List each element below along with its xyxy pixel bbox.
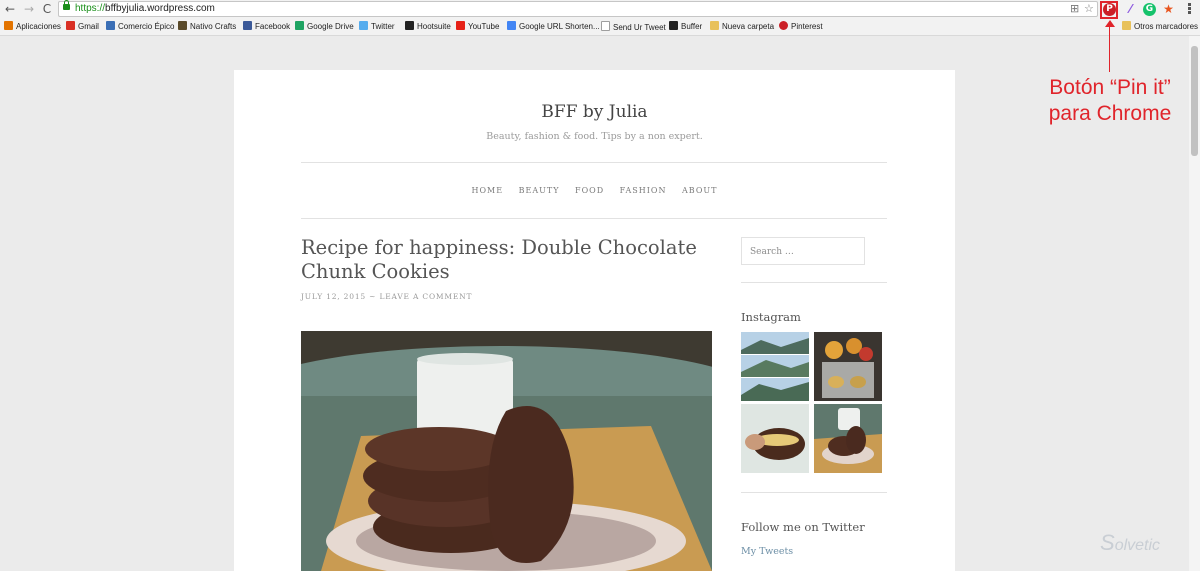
post-title[interactable]: Recipe for happiness: Double Chocolate C…	[301, 236, 721, 284]
annotation-arrow	[1105, 20, 1115, 27]
instagram-photo-1[interactable]	[741, 332, 809, 401]
reload-icon[interactable]: C	[40, 2, 54, 16]
post-featured-image[interactable]	[301, 331, 712, 571]
bookmark-star-icon[interactable]: ☆	[1084, 3, 1094, 15]
sidebar-divider-2	[741, 492, 887, 493]
lock-icon	[63, 0, 70, 10]
youtube-icon	[456, 21, 465, 30]
bookmark-google-drive[interactable]: Google Drive	[295, 21, 354, 33]
drive-icon	[295, 21, 304, 30]
bookmark-twitter[interactable]: Twitter	[359, 21, 395, 33]
apps-grid-icon	[4, 21, 13, 30]
star-extension-icon[interactable]: ★	[1162, 3, 1175, 16]
leave-comment-link[interactable]: LEAVE A COMMENT	[379, 292, 472, 301]
menu-food[interactable]: FOOD	[575, 186, 604, 195]
folder-icon	[1122, 21, 1131, 30]
page-icon	[601, 21, 610, 31]
annotation-line	[1109, 22, 1110, 72]
scrollbar[interactable]	[1189, 36, 1200, 571]
back-icon[interactable]: ←	[3, 2, 17, 16]
site-title[interactable]: BFF by Julia	[234, 102, 955, 122]
other-bookmarks[interactable]: Otros marcadores	[1122, 21, 1198, 33]
menu-home[interactable]: HOME	[472, 186, 504, 195]
watermark-text: olvetic	[1114, 537, 1161, 554]
address-bar[interactable]: https://bffbyjulia.wordpress.com ⊞ ☆	[58, 0, 1098, 17]
main-menu: HOME BEAUTY FOOD FASHION ABOUT	[234, 186, 955, 195]
bookmark-facebook[interactable]: Facebook	[243, 21, 290, 33]
food-tray-photo	[814, 332, 882, 401]
browser-toolbar: ← → C https://bffbyjulia.wordpress.com ⊞…	[0, 0, 1200, 19]
meta-separator: ~	[369, 292, 377, 301]
nativo-icon	[178, 21, 187, 30]
bookmarks-bar: Aplicaciones Gmail Comercio Épico Nativo…	[0, 19, 1200, 36]
chrome-menu-icon[interactable]	[1186, 2, 1192, 15]
grammarly-icon[interactable]: G	[1143, 3, 1156, 16]
url-text[interactable]: https://bffbyjulia.wordpress.com	[75, 3, 215, 14]
scroll-thumb[interactable]	[1191, 46, 1198, 156]
twitter-icon	[359, 21, 368, 30]
menu-divider	[301, 218, 887, 219]
bookmark-nueva-carpeta[interactable]: Nueva carpeta	[710, 21, 774, 33]
annotation-line-1: Botón “Pin it”	[1049, 76, 1171, 99]
solvetic-watermark: Solvetic	[1100, 530, 1161, 555]
pinterest-icon	[779, 21, 788, 30]
bookmark-send-ur-tweet[interactable]: Send Ur Tweet	[601, 21, 666, 34]
comercio-icon	[106, 21, 115, 30]
bookmark-comercio-epico[interactable]: Comercio Épico	[106, 21, 174, 33]
mountain-photo	[741, 332, 809, 401]
bookmark-pinterest[interactable]: Pinterest	[779, 21, 823, 33]
forward-icon[interactable]: →	[22, 2, 36, 16]
bookmark-gmail[interactable]: Gmail	[66, 21, 99, 33]
instagram-photo-2[interactable]	[814, 332, 882, 401]
instagram-widget-title: Instagram	[741, 310, 801, 324]
menu-beauty[interactable]: BEAUTY	[519, 186, 560, 195]
pin-it-highlight-box	[1100, 1, 1118, 19]
menu-fashion[interactable]: FASHION	[620, 186, 667, 195]
instagram-photo-4[interactable]	[814, 404, 882, 473]
twitter-widget-title: Follow me on Twitter	[741, 520, 865, 534]
sidebar-divider-1	[741, 282, 887, 283]
pen-extension-icon[interactable]: ⁄	[1124, 3, 1137, 16]
bookmark-hootsuite[interactable]: Hootsuite	[405, 21, 451, 33]
cookie-sandwich-photo	[741, 404, 809, 473]
pin-it-annotation: Botón “Pin it” para Chrome	[1030, 75, 1190, 127]
buffer-icon	[669, 21, 678, 30]
instagram-photo-3[interactable]	[741, 404, 809, 473]
cookies-milk-photo	[814, 404, 882, 473]
bookmark-google-url-shortener[interactable]: Google URL Shorten...	[507, 21, 600, 33]
bookmark-nativo-crafts[interactable]: Nativo Crafts	[178, 21, 236, 33]
bookmark-buffer[interactable]: Buffer	[669, 21, 702, 33]
cookies-photo	[301, 331, 712, 571]
menu-about[interactable]: ABOUT	[682, 186, 717, 195]
facebook-icon	[243, 21, 252, 30]
bookmark-aplicaciones[interactable]: Aplicaciones	[4, 21, 61, 33]
annotation-line-2: para Chrome	[1048, 102, 1172, 125]
folder-icon	[710, 21, 719, 30]
header-divider	[301, 162, 887, 163]
post-date[interactable]: JULY 12, 2015	[301, 292, 366, 301]
blog-content-card: BFF by Julia Beauty, fashion & food. Tip…	[234, 70, 955, 571]
site-tagline: Beauty, fashion & food. Tips by a non ex…	[486, 131, 703, 142]
search-placeholder: Search …	[750, 247, 794, 257]
my-tweets-link[interactable]: My Tweets	[741, 546, 793, 557]
translate-icon[interactable]: ⊞	[1070, 3, 1079, 15]
post-meta: JULY 12, 2015 ~ LEAVE A COMMENT	[301, 292, 472, 301]
bookmark-youtube[interactable]: YouTube	[456, 21, 499, 33]
gmail-icon	[66, 21, 75, 30]
search-input[interactable]: Search …	[741, 237, 865, 265]
hootsuite-icon	[405, 21, 414, 30]
google-icon	[507, 21, 516, 30]
